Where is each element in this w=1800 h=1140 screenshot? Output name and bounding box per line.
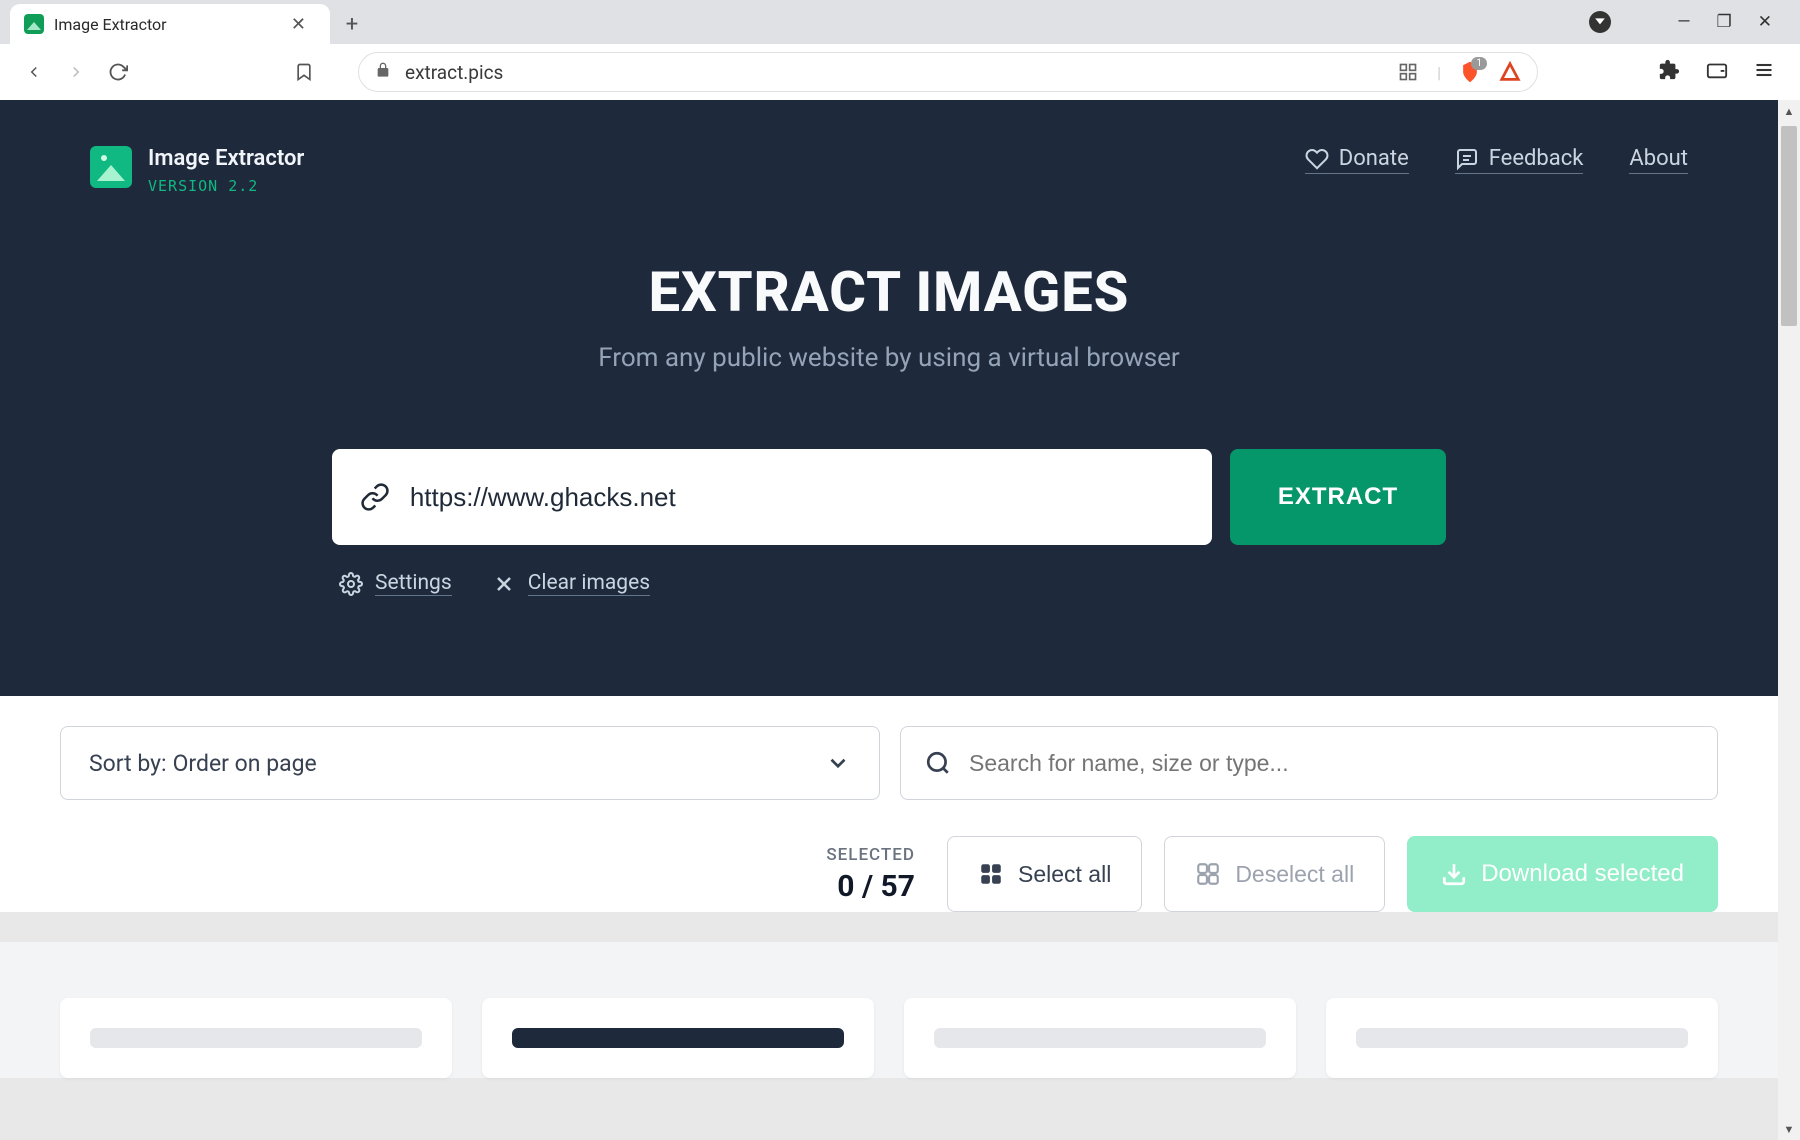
settings-link[interactable]: Settings — [339, 571, 452, 596]
download-icon — [1441, 861, 1467, 887]
shield-count-badge: 1 — [1471, 57, 1487, 70]
window-close-button[interactable]: ✕ — [1758, 12, 1772, 32]
close-icon — [492, 572, 516, 596]
hero-section: Image Extractor VERSION 2.2 Donate Feedb… — [0, 100, 1778, 696]
url-input[interactable] — [410, 482, 1184, 513]
image-grid — [0, 942, 1778, 1078]
url-input-wrap[interactable] — [332, 449, 1212, 545]
search-wrap[interactable] — [900, 726, 1718, 800]
extensions-icon[interactable] — [1658, 59, 1680, 86]
image-card[interactable] — [60, 998, 452, 1078]
wallet-icon[interactable] — [1706, 59, 1728, 86]
brand-logo-icon — [90, 146, 132, 188]
address-text: extract.pics — [405, 61, 1383, 84]
browser-toolbar: extract.pics | 1 — [0, 44, 1800, 100]
brand-version: VERSION 2.2 — [148, 177, 304, 195]
chevron-down-icon — [825, 750, 851, 776]
select-all-button[interactable]: Select all — [947, 836, 1142, 912]
reload-button[interactable] — [102, 56, 134, 88]
nav-forward-button[interactable] — [60, 56, 92, 88]
tab-title: Image Extractor — [54, 15, 275, 34]
search-icon — [925, 750, 951, 776]
nav-back-button[interactable] — [18, 56, 50, 88]
hero-title: EXTRACT IMAGES — [0, 259, 1778, 325]
download-selected-button[interactable]: Download selected — [1407, 836, 1718, 912]
tab-favicon-icon — [24, 14, 44, 34]
new-tab-button[interactable]: + — [330, 4, 374, 44]
clear-images-link[interactable]: Clear images — [492, 571, 650, 596]
results-bar: Sort by: Order on page SELECTED 0 / 57 S… — [0, 696, 1778, 912]
donate-link[interactable]: Donate — [1305, 146, 1409, 174]
deselect-all-button[interactable]: Deselect all — [1164, 836, 1385, 912]
menu-icon[interactable] — [1754, 60, 1774, 85]
extract-button[interactable]: EXTRACT — [1230, 449, 1446, 545]
link-icon — [360, 482, 390, 512]
about-link[interactable]: About — [1629, 146, 1688, 174]
image-card[interactable] — [904, 998, 1296, 1078]
address-bar[interactable]: extract.pics | 1 — [358, 52, 1538, 92]
image-card[interactable] — [482, 998, 874, 1078]
search-input[interactable] — [969, 750, 1693, 777]
browser-tab[interactable]: Image Extractor ✕ — [10, 4, 330, 44]
brave-menu-icon[interactable] — [1589, 11, 1611, 33]
site-header: Image Extractor VERSION 2.2 Donate Feedb… — [0, 146, 1778, 195]
grid-filled-icon — [978, 861, 1004, 887]
gear-icon — [339, 572, 363, 596]
window-controls: — ❐ ✕ — [1589, 0, 1792, 44]
feedback-link[interactable]: Feedback — [1455, 146, 1584, 174]
bookmark-button[interactable] — [288, 56, 320, 88]
scrollbar-thumb[interactable] — [1781, 126, 1797, 326]
scroll-down-button[interactable]: ▼ — [1778, 1118, 1800, 1140]
image-card[interactable] — [1326, 998, 1718, 1078]
sort-prefix: Sort by: — [89, 750, 167, 777]
grid-outline-icon — [1195, 861, 1221, 887]
qr-icon[interactable] — [1397, 61, 1419, 83]
window-maximize-button[interactable]: ❐ — [1717, 12, 1732, 32]
selected-count: 0 / 57 — [826, 869, 915, 904]
brand-name: Image Extractor — [148, 146, 304, 171]
selected-label: SELECTED — [826, 845, 915, 865]
hero-subtitle: From any public website by using a virtu… — [0, 343, 1778, 373]
tab-close-button[interactable]: ✕ — [285, 14, 312, 35]
brand[interactable]: Image Extractor VERSION 2.2 — [90, 146, 304, 195]
sort-dropdown[interactable]: Sort by: Order on page — [60, 726, 880, 800]
window-minimize-button[interactable]: — — [1677, 12, 1690, 32]
browser-tab-strip: Image Extractor ✕ + — ❐ ✕ — [0, 0, 1800, 44]
page-viewport: Image Extractor VERSION 2.2 Donate Feedb… — [0, 100, 1800, 1140]
brave-rewards-icon[interactable] — [1499, 61, 1521, 83]
scroll-up-button[interactable]: ▲ — [1778, 100, 1800, 122]
sort-value: Order on page — [173, 750, 317, 777]
brave-shield-icon[interactable]: 1 — [1459, 61, 1481, 83]
lock-icon — [375, 62, 391, 82]
scrollbar[interactable]: ▲ ▼ — [1778, 100, 1800, 1140]
